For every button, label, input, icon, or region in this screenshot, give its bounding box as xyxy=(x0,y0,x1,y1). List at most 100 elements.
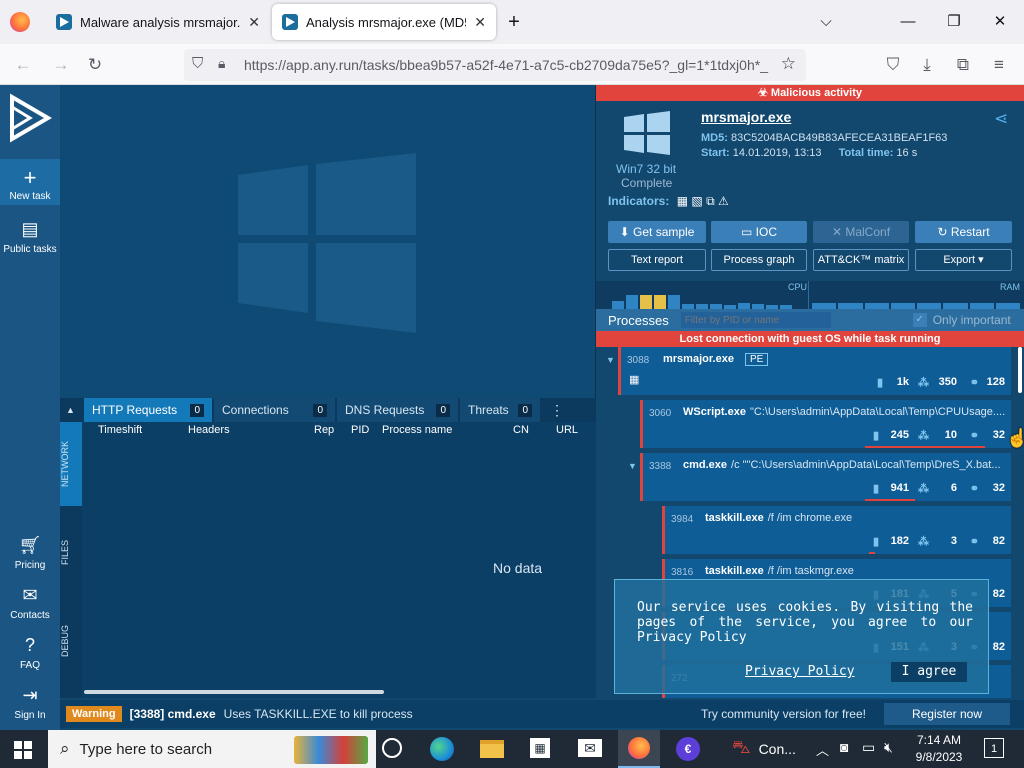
app-icon[interactable]: € xyxy=(676,737,700,761)
process-row[interactable]: 3388 cmd.exe/c ""C:\Users\admin\AppData\… xyxy=(640,453,1011,501)
share-icon[interactable]: ⋖ xyxy=(994,109,1008,129)
public-tasks-link[interactable]: ▤ Public tasks xyxy=(0,219,60,255)
status-process[interactable]: [3388] cmd.exe xyxy=(130,707,216,721)
network-icon: ⚭ xyxy=(969,536,979,548)
tree-expand-icon[interactable]: ▼ xyxy=(628,461,637,471)
minimize-icon[interactable]: — xyxy=(894,8,922,36)
register-button[interactable]: Register now xyxy=(883,703,1010,725)
lock-icon[interactable]: 🔒︎ xyxy=(218,55,225,72)
store-icon[interactable]: ▦ xyxy=(530,738,550,758)
volume-icon[interactable]: 🔇︎ xyxy=(884,739,893,756)
process-list-scrollbar[interactable] xyxy=(1018,347,1022,393)
col-headers[interactable]: Headers xyxy=(188,424,230,436)
agree-button[interactable]: I agree xyxy=(891,662,967,682)
only-important-checkbox[interactable]: ✓ xyxy=(912,313,927,327)
export-button[interactable]: Export ▾ xyxy=(915,249,1012,271)
file-name[interactable]: mrsmajor.exe xyxy=(701,109,791,125)
extensions-icon[interactable]: ⧉ xyxy=(950,52,976,78)
tab-debug[interactable]: DEBUG xyxy=(60,596,82,686)
faq-link[interactable]: ? FAQ xyxy=(0,635,60,671)
contacts-link[interactable]: ✉ Contacts xyxy=(0,585,60,621)
ioc-button[interactable]: ▭ IOC xyxy=(711,221,807,243)
col-cn[interactable]: CN xyxy=(513,424,529,436)
close-tab-icon[interactable]: ✕ xyxy=(474,14,486,31)
maximize-icon[interactable]: ❐ xyxy=(940,8,968,36)
file-icon: ▮ xyxy=(872,536,879,548)
warning-icon[interactable]: ⚠ xyxy=(718,194,729,208)
process-row[interactable]: 3088 mrsmajor.exe PE ▦ ▮ 1k ⁂ 350 ⚭ 128 xyxy=(618,347,1011,395)
tree-expand-icon[interactable]: ▼ xyxy=(606,355,615,365)
mail-icon[interactable]: ✉ xyxy=(578,739,602,757)
back-icon[interactable]: ← xyxy=(10,52,36,78)
windows-start-icon[interactable] xyxy=(14,741,32,759)
file-icon: ▮ xyxy=(872,430,879,442)
notification-icon[interactable]: 1 xyxy=(984,738,1004,758)
meet-now-icon[interactable]: ◙ xyxy=(840,739,848,755)
close-tab-icon[interactable]: ✕ xyxy=(248,14,260,31)
process-row[interactable]: 3060 WScript.exe "C:\Users\admin\AppData\… xyxy=(640,400,1011,448)
status-bar: Warning [3388] cmd.exe Uses TASKKILL.EXE… xyxy=(60,700,1024,728)
tab-files[interactable]: FILES xyxy=(60,512,82,592)
get-sample-button[interactable]: ⬇ Get sample xyxy=(608,221,706,243)
clock[interactable]: 7:14 AM 9/8/2023 xyxy=(912,732,966,766)
file-icon: ▮ xyxy=(876,377,883,389)
tab-connections[interactable]: Connections 0 xyxy=(214,398,335,422)
process-filter-input[interactable] xyxy=(680,312,831,328)
console-app-label: Con... xyxy=(758,741,796,757)
col-process-name[interactable]: Process name xyxy=(382,424,452,436)
bookmark-star-icon[interactable]: ☆ xyxy=(781,54,796,74)
tab-network[interactable]: NETWORK xyxy=(60,422,82,506)
vm-screen-preview[interactable] xyxy=(60,85,596,398)
show-hidden-icons[interactable]: ︿ xyxy=(816,740,829,759)
question-icon: ? xyxy=(24,635,35,655)
taskbar-search[interactable]: ⌕ Type here to search xyxy=(48,730,376,768)
restart-button[interactable]: ↻ Restart xyxy=(915,221,1012,243)
reload-icon[interactable]: ↻ xyxy=(82,52,108,78)
col-url[interactable]: URL xyxy=(556,424,578,436)
privacy-policy-link[interactable]: Privacy Policy xyxy=(745,664,855,679)
pocket-icon[interactable]: ⛉ xyxy=(880,52,906,78)
menu-icon[interactable]: ≡ xyxy=(986,52,1012,78)
shield-icon[interactable]: ⛉ xyxy=(192,55,203,72)
horizontal-scrollbar[interactable] xyxy=(84,690,384,694)
cpu-ram-graph[interactable]: CPU RAM xyxy=(596,281,1024,309)
close-window-icon[interactable]: ✕ xyxy=(986,8,1014,36)
new-task-button[interactable]: + New task xyxy=(0,159,60,205)
process-row[interactable]: 3984 taskkill.exe/f /im chrome.exe ▮ 182… xyxy=(662,506,1011,554)
tab-http-requests[interactable]: HTTP Requests 0 xyxy=(84,398,212,422)
network-tray-icon[interactable]: ▭ xyxy=(862,739,875,756)
app-sidebar: + New task ▤ Public tasks 🛒︎ Pricing ✉ C… xyxy=(0,85,60,730)
tab-threats[interactable]: Threats 0 xyxy=(460,398,540,422)
exe-icon[interactable]: ▦ xyxy=(677,194,688,208)
file-explorer-icon[interactable] xyxy=(480,740,504,758)
task-view-icon[interactable] xyxy=(382,738,402,758)
more-options-icon[interactable]: ⋮ xyxy=(542,398,572,422)
attack-matrix-button[interactable]: ATT&CK™ matrix xyxy=(813,249,909,271)
firefox-icon[interactable] xyxy=(10,12,30,32)
malconf-button[interactable]: ✕ MalConf xyxy=(813,221,909,243)
edge-icon[interactable] xyxy=(430,737,454,761)
new-tab-button[interactable]: + xyxy=(500,8,528,36)
tab-malware-analysis[interactable]: Malware analysis mrsmajor.exe ✕ xyxy=(46,4,270,40)
process-graph-button[interactable]: Process graph xyxy=(711,249,807,271)
url-bar[interactable]: ⛉ 🔒︎ https://app.any.run/tasks/bbea9b57-… xyxy=(184,49,806,81)
warning-badge: Warning xyxy=(66,706,122,722)
dll-icon[interactable]: ▧ xyxy=(691,194,702,208)
forward-icon[interactable]: → xyxy=(48,52,74,78)
col-timeshift[interactable]: Timeshift xyxy=(98,424,142,436)
tab-analysis[interactable]: Analysis mrsmajor.exe (MD5: 8 ✕ xyxy=(272,4,496,40)
list-tabs-icon[interactable]: ⌵ xyxy=(812,8,840,36)
registry-icon: ⁂ xyxy=(918,536,929,548)
tab-dns-requests[interactable]: DNS Requests 0 xyxy=(337,398,458,422)
col-pid[interactable]: PID xyxy=(351,424,369,436)
pricing-link[interactable]: 🛒︎ Pricing xyxy=(0,535,60,571)
firefox-taskbar-icon[interactable] xyxy=(618,730,660,768)
text-report-button[interactable]: Text report xyxy=(608,249,706,271)
col-rep[interactable]: Rep xyxy=(314,424,334,436)
sign-in-link[interactable]: ⇥ Sign In xyxy=(0,685,60,721)
console-app-button[interactable]: ⛍ Con... xyxy=(726,730,810,768)
anyrun-logo[interactable] xyxy=(8,93,52,143)
collapse-panel-icon[interactable]: ▲ xyxy=(60,398,82,422)
downloads-icon[interactable]: ⤓ xyxy=(914,52,940,78)
windows-stack-icon[interactable]: ⧉ xyxy=(706,194,715,208)
